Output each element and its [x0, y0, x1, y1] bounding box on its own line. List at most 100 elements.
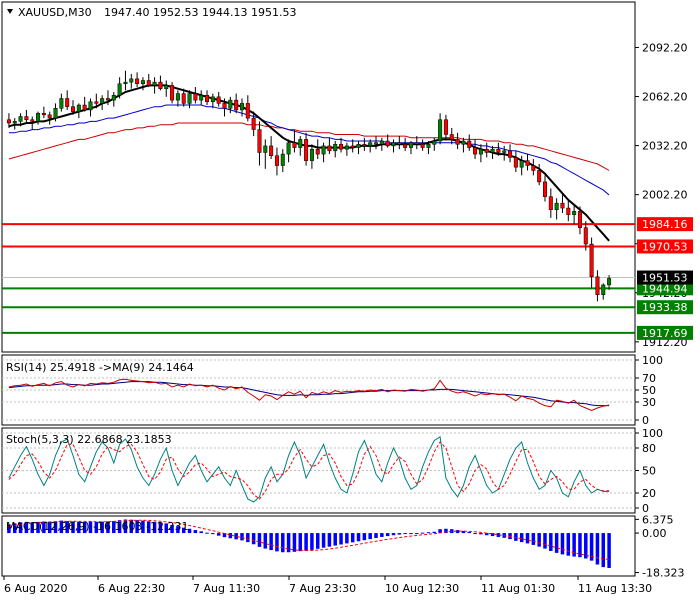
osc-tick-label: 20 — [642, 487, 656, 500]
bull-candle — [554, 202, 559, 210]
bear-candle — [193, 93, 198, 101]
bull-candle — [356, 144, 361, 148]
macd-bar — [525, 533, 530, 544]
macd-bar — [519, 533, 524, 543]
bull-candle — [59, 98, 64, 109]
bear-candle — [473, 147, 478, 155]
level-tag-label: 1970.53 — [642, 240, 688, 253]
macd-bar — [216, 533, 221, 536]
bear-candle — [525, 160, 530, 166]
bear-candle — [6, 119, 11, 124]
macd-bar — [281, 533, 285, 553]
bear-candle — [548, 196, 553, 210]
macd-bar — [275, 533, 279, 552]
macd-bar — [385, 533, 390, 537]
bull-candle — [199, 94, 204, 101]
bear-candle — [414, 142, 419, 145]
osc-tick-label: 80 — [642, 442, 656, 455]
bull-candle — [461, 140, 466, 145]
macd-bar — [292, 533, 297, 552]
bear-candle — [274, 155, 279, 166]
bear-candle — [577, 211, 582, 228]
ohlc-values: 1947.40 1952.53 1944.13 1951.53 — [104, 6, 296, 19]
bear-candle — [595, 276, 600, 296]
bear-candle — [315, 148, 320, 155]
bear-candle — [385, 140, 390, 147]
macd-bar — [298, 533, 303, 552]
macd-bar — [601, 533, 606, 568]
time-tick-label: 6 Aug 2020 — [4, 582, 67, 595]
bear-candle — [251, 117, 256, 130]
bull-candle — [490, 148, 495, 153]
chart-canvas[interactable]: 2092.202062.202032.202002.201972.201942.… — [0, 0, 700, 600]
bull-candle — [18, 116, 23, 122]
macd-bar — [566, 533, 571, 556]
macd-bar — [560, 533, 565, 555]
time-tick-label: 11 Aug 01:30 — [481, 582, 555, 595]
price-tick-label: 2062.20 — [642, 91, 688, 104]
macd-bar — [339, 533, 343, 545]
level-tag-label: 1933.38 — [642, 301, 688, 314]
macd-bar — [374, 533, 378, 539]
macd-bar — [251, 533, 256, 545]
macd-bar — [584, 533, 588, 559]
macd-bar — [380, 533, 384, 537]
osc-tick-label: 30 — [642, 396, 656, 409]
bear-candle — [135, 78, 140, 85]
time-tick-label: 7 Aug 11:30 — [193, 582, 260, 595]
bear-candle — [222, 103, 227, 109]
macd-bar — [286, 533, 291, 553]
macd-bar — [240, 533, 244, 541]
macd-bar — [356, 533, 361, 542]
macd-bar — [350, 533, 355, 543]
bull-candle — [502, 150, 507, 153]
macd-bar — [595, 533, 600, 565]
macd-tick-label: 0.00 — [642, 527, 667, 540]
bull-candle — [519, 160, 524, 168]
current-price-tag-label: 1951.53 — [642, 272, 688, 285]
macd-bar — [333, 533, 337, 546]
bear-candle — [170, 85, 175, 101]
macd-tick-label: 6.375 — [642, 513, 674, 526]
macd-label: MACD(12,26,9) -16.1603 -12.231 — [6, 520, 188, 533]
bear-candle — [30, 119, 35, 122]
bear-candle — [496, 148, 501, 153]
macd-bar — [193, 530, 198, 534]
bear-candle — [216, 96, 221, 104]
macd-bar — [554, 533, 559, 553]
bear-candle — [181, 93, 186, 104]
bull-candle — [408, 142, 413, 148]
bear-candle — [403, 144, 408, 148]
bear-candle — [292, 142, 297, 148]
bear-candle — [94, 101, 99, 104]
bear-candle — [234, 99, 239, 111]
macd-bar — [327, 533, 332, 547]
bear-candle — [47, 114, 52, 119]
bear-candle — [339, 144, 344, 150]
osc-tick-label: 50 — [642, 465, 656, 478]
bear-candle — [362, 144, 367, 147]
macd-bar — [257, 533, 262, 547]
macd-bar — [368, 533, 372, 540]
bear-candle — [24, 116, 29, 121]
macd-bar — [607, 533, 611, 568]
macd-tick-label: -18.323 — [642, 567, 684, 580]
bull-candle — [175, 93, 180, 101]
bear-candle — [467, 140, 472, 148]
time-tick-label: 7 Aug 23:30 — [289, 582, 356, 595]
bull-candle — [391, 142, 396, 147]
macd-bar — [304, 533, 308, 551]
bear-candle — [455, 139, 460, 145]
bull-candle — [88, 101, 93, 111]
bull-candle — [321, 145, 326, 155]
bear-candle — [531, 165, 536, 171]
macd-bar — [537, 533, 541, 547]
bull-candle — [368, 142, 373, 147]
bear-candle — [537, 170, 542, 183]
macd-bar — [397, 533, 402, 535]
bull-candle — [187, 93, 192, 104]
macd-bar — [531, 533, 536, 545]
bear-candle — [71, 106, 76, 112]
bear-candle — [583, 227, 588, 245]
bear-candle — [566, 207, 571, 215]
